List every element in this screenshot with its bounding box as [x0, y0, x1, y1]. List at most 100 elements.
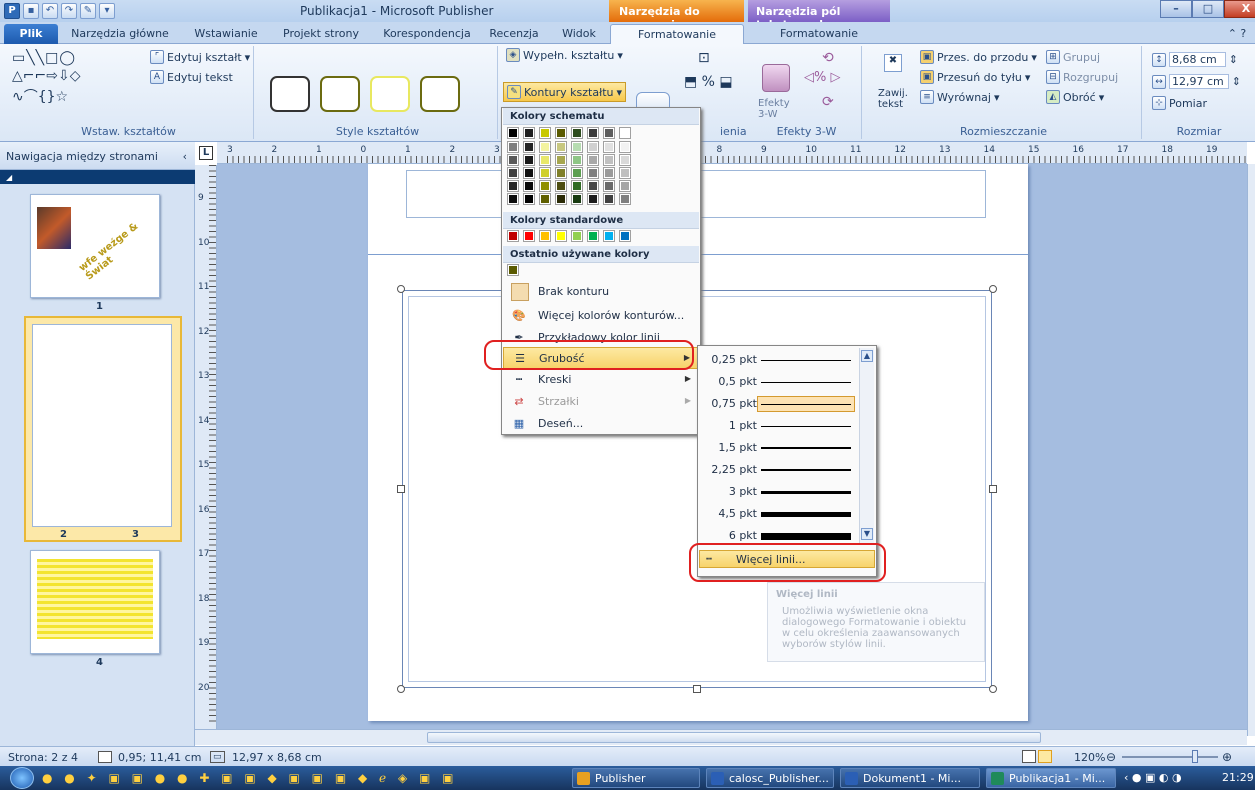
- weight-option[interactable]: 0,5 pkt: [699, 371, 855, 393]
- theme-color-shade-swatch[interactable]: [619, 167, 631, 179]
- theme-color-shade-swatch[interactable]: [555, 154, 567, 166]
- theme-color-shade-swatch[interactable]: [507, 154, 519, 166]
- shape-gallery-icon-row2[interactable]: △⌐⌐⇨⇩◇: [12, 68, 80, 84]
- selection-handle[interactable]: [989, 485, 997, 493]
- page-thumbnail-1[interactable]: wfe weźge & Świat: [30, 194, 160, 298]
- scroll-up-icon[interactable]: ▲: [861, 350, 873, 362]
- theme-color-shade-swatch[interactable]: [507, 141, 519, 153]
- theme-color-shade-swatch[interactable]: [555, 193, 567, 205]
- theme-color-shade-swatch[interactable]: [555, 141, 567, 153]
- dashes-item[interactable]: ┅ Kreski ▶: [503, 369, 699, 391]
- weight-option[interactable]: 2,25 pkt: [699, 459, 855, 481]
- undo-icon[interactable]: ↶: [42, 3, 58, 19]
- theme-color-shade-swatch[interactable]: [523, 180, 535, 192]
- theme-color-shade-swatch[interactable]: [603, 154, 615, 166]
- rotate-button[interactable]: ◭ Obróć ▾: [1046, 90, 1104, 104]
- style-swatch-yellow[interactable]: [370, 76, 410, 112]
- format-painter-icon[interactable]: ✎: [80, 3, 96, 19]
- customize-qat-icon[interactable]: ▾: [99, 3, 115, 19]
- tab-review[interactable]: Recenzja: [484, 24, 544, 44]
- edit-shape-button[interactable]: ⌜ Edytuj kształt ▾: [150, 50, 250, 64]
- vertical-scrollbar[interactable]: [1247, 164, 1255, 736]
- shadow-icon[interactable]: ⊡: [698, 50, 710, 66]
- zoom-in-icon[interactable]: ⊕: [1222, 750, 1232, 764]
- theme-color-shade-swatch[interactable]: [539, 180, 551, 192]
- measure-button[interactable]: ⊹ Pomiar: [1152, 96, 1207, 110]
- theme-color-shade-swatch[interactable]: [523, 141, 535, 153]
- tab-page-design[interactable]: Projekt strony: [276, 24, 366, 44]
- page-thumbnail-4[interactable]: [30, 550, 160, 654]
- 3d-effects-button[interactable]: Efekty 3-W: [758, 98, 798, 120]
- standard-color-swatch[interactable]: [555, 230, 567, 242]
- theme-color-shade-swatch[interactable]: [619, 154, 631, 166]
- horizontal-scroll-thumb[interactable]: [427, 732, 1041, 743]
- standard-color-swatch[interactable]: [507, 230, 519, 242]
- nav-section-bar[interactable]: ◢: [0, 170, 195, 184]
- publisher-app-icon[interactable]: P: [4, 3, 20, 19]
- shape-height-field[interactable]: ↕ 8,68 cm ⇕: [1152, 52, 1238, 67]
- weight-option[interactable]: 4,5 pkt: [699, 503, 855, 525]
- standard-color-swatch[interactable]: [523, 230, 535, 242]
- theme-color-swatch[interactable]: [555, 127, 567, 139]
- theme-color-shade-swatch[interactable]: [619, 180, 631, 192]
- theme-color-shade-swatch[interactable]: [619, 193, 631, 205]
- tab-format-textbox[interactable]: Formatowanie: [748, 24, 890, 44]
- send-backward-button[interactable]: ▣ Przesuń do tyłu ▾: [920, 70, 1030, 84]
- theme-color-swatch[interactable]: [507, 127, 519, 139]
- theme-color-shade-swatch[interactable]: [523, 154, 535, 166]
- vertical-ruler[interactable]: 9 10 11 12 13 14 15 16 17 18 19 20: [195, 165, 217, 735]
- selection-handle[interactable]: [989, 685, 997, 693]
- weight-scrollbar[interactable]: ▲ ▼: [859, 348, 874, 544]
- theme-color-shade-swatch[interactable]: [539, 141, 551, 153]
- weight-option[interactable]: 1,5 pkt: [699, 437, 855, 459]
- tilt-left-right-icon[interactable]: ◁% ▷: [804, 70, 840, 85]
- tab-file[interactable]: Plik: [4, 24, 58, 44]
- zoom-slider-thumb[interactable]: [1192, 750, 1198, 763]
- shape-gallery-icon-row3[interactable]: ∿⌒{}☆: [12, 86, 68, 106]
- theme-color-shade-swatch[interactable]: [523, 193, 535, 205]
- theme-color-shade-swatch[interactable]: [555, 167, 567, 179]
- standard-color-swatch[interactable]: [587, 230, 599, 242]
- nudge-shadow-icon[interactable]: ⬒ % ⬓: [684, 74, 733, 90]
- more-outline-colors-item[interactable]: 🎨 Więcej kolorów konturów...: [503, 305, 699, 327]
- scroll-down-icon[interactable]: ▼: [861, 528, 873, 540]
- ribbon-collapse-icon[interactable]: ⌃ ?: [1222, 24, 1252, 44]
- page-indicator[interactable]: Strona: 2 z 4: [8, 751, 78, 764]
- horizontal-ruler[interactable]: 321012345678910111213141516171819: [217, 142, 1250, 164]
- two-page-view-icon[interactable]: [1038, 750, 1052, 763]
- weight-option[interactable]: 0,25 pkt: [699, 349, 855, 371]
- theme-color-shade-swatch[interactable]: [587, 167, 599, 179]
- standard-color-swatch[interactable]: [603, 230, 615, 242]
- horizontal-scrollbar[interactable]: [195, 729, 1247, 745]
- taskbar-item-dokument1[interactable]: Dokument1 - Mi...: [840, 768, 980, 788]
- selection-handle[interactable]: [397, 685, 405, 693]
- theme-color-shade-swatch[interactable]: [571, 180, 583, 192]
- theme-color-shade-swatch[interactable]: [587, 154, 599, 166]
- zoom-out-icon[interactable]: ⊖: [1106, 750, 1116, 764]
- tab-home[interactable]: Narzędzia główne: [62, 24, 178, 44]
- shape-gallery-icon[interactable]: ▭╲╲□◯: [12, 50, 76, 66]
- theme-color-swatch[interactable]: [619, 127, 631, 139]
- theme-color-shade-swatch[interactable]: [603, 180, 615, 192]
- selection-handle[interactable]: [989, 285, 997, 293]
- tab-mailings[interactable]: Korespondencja: [372, 24, 482, 44]
- shape-width-field[interactable]: ↔ 12,97 cm ⇕: [1152, 74, 1241, 89]
- tab-format-drawing[interactable]: Formatowanie: [610, 24, 744, 44]
- theme-color-shade-swatch[interactable]: [571, 154, 583, 166]
- align-button[interactable]: ≡ Wyrównaj ▾: [920, 90, 1000, 104]
- theme-color-shade-swatch[interactable]: [619, 141, 631, 153]
- tilt-up-icon[interactable]: ⟲: [822, 50, 834, 66]
- weight-option[interactable]: 1 pkt: [699, 415, 855, 437]
- tilt-down-icon[interactable]: ⟳: [822, 94, 834, 110]
- theme-color-shade-swatch[interactable]: [507, 180, 519, 192]
- selection-handle[interactable]: [693, 685, 701, 693]
- theme-color-swatch[interactable]: [587, 127, 599, 139]
- taskbar-item-calosc[interactable]: calosc_Publisher...: [706, 768, 834, 788]
- redo-icon[interactable]: ↷: [61, 3, 77, 19]
- style-swatch-olive[interactable]: [320, 76, 360, 112]
- wrap-text-button[interactable]: Zawij. tekst: [878, 88, 910, 110]
- theme-color-shade-swatch[interactable]: [571, 141, 583, 153]
- minimize-button[interactable]: –: [1160, 0, 1192, 18]
- style-swatch-olive-2[interactable]: [420, 76, 460, 112]
- weight-option[interactable]: 0,75 pkt: [699, 393, 855, 415]
